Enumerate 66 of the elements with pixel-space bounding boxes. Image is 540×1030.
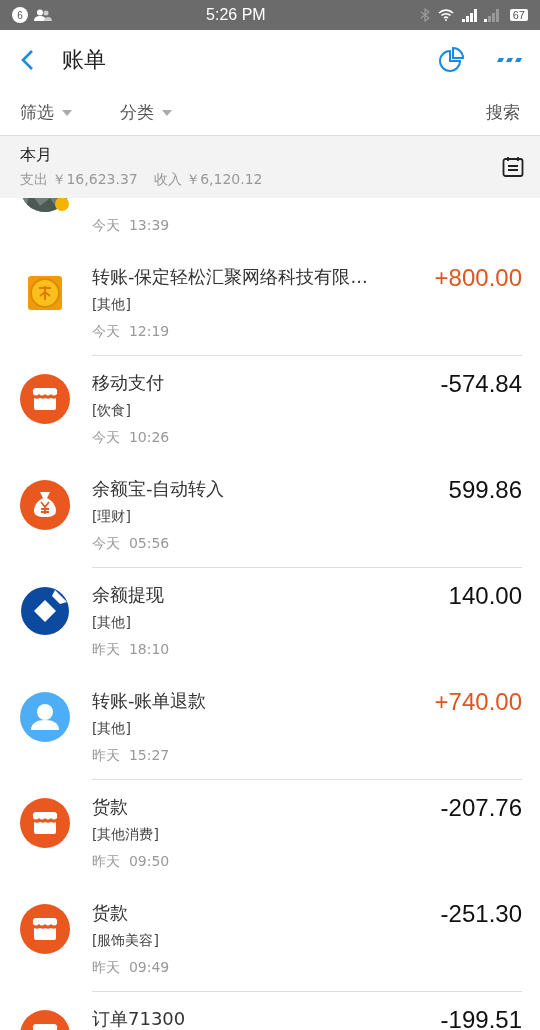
transaction-time: 昨天 18:10: [92, 640, 171, 658]
transaction-row[interactable]: 货款 [服饰美容] 昨天 09:49 -251.30: [0, 886, 540, 992]
transaction-title: 移动支付: [92, 371, 165, 395]
signal-icon: [461, 8, 480, 22]
shop-icon: [20, 904, 70, 954]
transaction-row[interactable]: 余额宝-自动转入 [理财] 今天 05:56 599.86: [0, 462, 540, 568]
transaction-time: 昨天 09:50: [92, 852, 171, 870]
transaction-category: [理财]: [92, 507, 132, 525]
pie-chart-icon[interactable]: [438, 47, 464, 73]
dropdown-caret-icon: [62, 109, 72, 116]
transaction-row[interactable]: 转账-保定轻松汇聚网络科技有限... [其他] 今天 12:19 +800.00: [0, 250, 540, 356]
more-icon[interactable]: [496, 57, 522, 63]
page-title: 账单: [62, 46, 107, 74]
search-link[interactable]: 搜索: [486, 101, 520, 124]
transaction-title: 货款: [92, 901, 129, 925]
dropdown-caret-icon: [162, 109, 172, 116]
back-icon[interactable]: [20, 49, 34, 71]
transaction-row[interactable]: 转账-账单退款 [其他] 昨天 15:27 +740.00: [0, 674, 540, 780]
battery-level: 67: [509, 9, 528, 21]
transaction-category: [其他]: [92, 613, 132, 631]
transaction-row[interactable]: 余额提现 [其他] 昨天 18:10 140.00: [0, 568, 540, 674]
transaction-category: [其他]: [92, 295, 132, 313]
transaction-amount: +800.00: [434, 265, 522, 293]
bank-logo-icon: [20, 586, 70, 636]
transaction-amount: 599.86: [448, 477, 522, 505]
signal-icon: [483, 8, 502, 22]
period-label: 本月: [20, 145, 53, 166]
person-avatar-icon: [20, 692, 70, 742]
calendar-icon[interactable]: [502, 156, 524, 178]
filter-dropdown[interactable]: 分类: [120, 101, 220, 124]
transaction-category: [其他消费]: [92, 825, 160, 843]
transaction-amount: -574.84: [440, 371, 522, 399]
transaction-title: 余额宝-自动转入: [92, 477, 226, 501]
transaction-amount: +740.00: [434, 689, 522, 717]
shop-icon: [20, 798, 70, 848]
clock: 5:26 PM: [206, 6, 266, 24]
bluetooth-icon: [419, 8, 430, 22]
notification-count: 6: [12, 7, 28, 23]
filter-dropdown[interactable]: 筛选: [20, 101, 120, 124]
transaction-category: [服饰美容]: [92, 931, 160, 949]
transaction-time: 昨天 09:49: [92, 958, 171, 976]
transaction-amount: -199.51: [440, 1007, 522, 1030]
transaction-time: 昨天 15:27: [92, 746, 171, 764]
transaction-time: 今天 13:39: [92, 216, 171, 234]
expense-total: 支出 ￥16,623.37: [20, 171, 138, 189]
wifi-icon: [437, 9, 454, 21]
transaction-time: 今天 12:19: [92, 322, 171, 340]
transaction-title: 余额提现: [92, 583, 165, 607]
contacts-icon: [34, 9, 52, 21]
transaction-time: 今天 05:56: [92, 534, 171, 552]
transaction-time: 今天 10:26: [92, 428, 171, 446]
transaction-category: [其他]: [92, 719, 132, 737]
transaction-title: 订单71300: [92, 1007, 187, 1030]
transaction-row[interactable]: 货款 [其他消费] 昨天 09:50 -207.76: [0, 780, 540, 886]
transaction-amount: -207.76: [440, 795, 522, 823]
transaction-amount: -251.30: [440, 901, 522, 929]
money-bag-icon: [20, 480, 70, 530]
transaction-row[interactable]: 移动支付 [饮食] 今天 10:26 -574.84: [0, 356, 540, 462]
transaction-title: 转账-保定轻松汇聚网络科技有限...: [92, 265, 369, 289]
transaction-title: 货款: [92, 795, 129, 819]
transaction-amount: 140.00: [448, 583, 522, 611]
shop-icon: [20, 374, 70, 424]
income-total: 收入 ￥6,120.12: [153, 171, 263, 189]
transaction-title: 转账-账单退款: [92, 689, 208, 713]
transaction-row[interactable]: 订单71300 -199.51: [0, 992, 540, 1030]
transaction-category: [饮食]: [92, 401, 132, 419]
